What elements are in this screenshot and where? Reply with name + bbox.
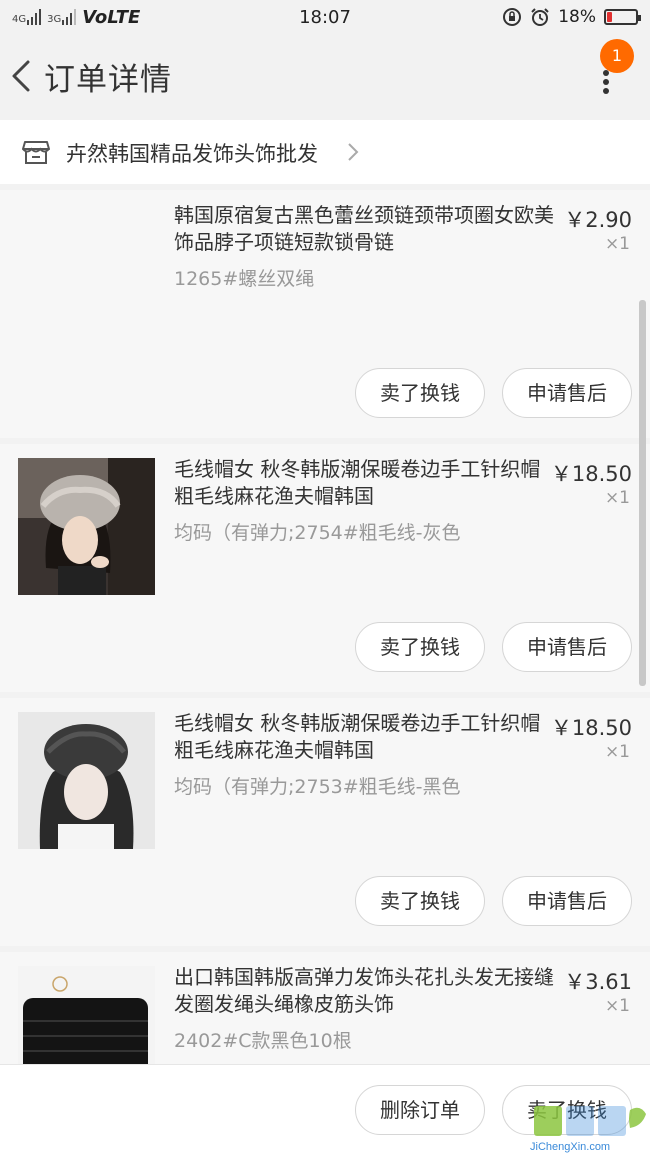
battery-percent: 18% xyxy=(558,7,596,27)
status-right: 18% xyxy=(502,7,641,27)
item-price: ￥3.61 xyxy=(564,970,632,994)
product-image[interactable] xyxy=(18,458,155,595)
item-qty: ×1 xyxy=(604,488,630,508)
order-item[interactable]: 出口韩国韩版高弹力发饰头花扎头发无接缝发圈发绳头绳橡皮筋头饰 2402#C款黑色… xyxy=(0,952,650,1064)
sell-button[interactable]: 卖了换钱 xyxy=(355,368,485,418)
item-sku: 均码（有弹力;2754#粗毛线-灰色 xyxy=(174,522,461,544)
item-title: 毛线帽女 秋冬韩版潮保暖卷边手工针织帽粗毛线麻花渔夫帽韩国 xyxy=(174,457,541,508)
sell-button[interactable]: 卖了换钱 xyxy=(355,876,485,926)
chevron-right-icon xyxy=(348,143,359,161)
item-price: ￥2.90 xyxy=(564,208,632,232)
item-price: ￥18.50 xyxy=(550,716,632,740)
sell-button[interactable]: 卖了换钱 xyxy=(355,622,485,672)
notification-badge: 1 xyxy=(600,39,634,73)
after-sales-button[interactable]: 申请售后 xyxy=(502,876,632,926)
delete-order-button[interactable]: 删除订单 xyxy=(355,1085,485,1135)
item-sku: 均码（有弹力;2753#粗毛线-黑色 xyxy=(174,776,461,798)
product-image[interactable] xyxy=(18,966,155,1064)
battery-icon xyxy=(604,9,641,25)
order-item[interactable]: 毛线帽女 秋冬韩版潮保暖卷边手工针织帽粗毛线麻花渔夫帽韩国 均码（有弹力;275… xyxy=(0,444,650,692)
item-qty: ×1 xyxy=(604,234,630,254)
item-sku: 2402#C款黑色10根 xyxy=(174,1030,352,1052)
item-title: 毛线帽女 秋冬韩版潮保暖卷边手工针织帽粗毛线麻花渔夫帽韩国 xyxy=(174,711,541,762)
order-item[interactable]: 韩国原宿复古黑色蕾丝颈链颈带项圈女欧美饰品脖子项链短款锁骨链 1265#螺丝双绳… xyxy=(0,190,650,438)
alarm-icon xyxy=(531,8,549,26)
after-sales-button[interactable]: 申请售后 xyxy=(502,368,632,418)
item-qty: ×1 xyxy=(604,742,630,762)
product-image[interactable] xyxy=(18,712,155,849)
store-icon xyxy=(22,141,50,164)
status-bar: 4G 3G VoLTE 18:07 18% xyxy=(0,0,650,34)
item-title: 韩国原宿复古黑色蕾丝颈链颈带项圈女欧美饰品脖子项链短款锁骨链 xyxy=(174,203,554,254)
page-title: 订单详情 xyxy=(44,62,172,98)
item-price: ￥18.50 xyxy=(550,462,632,486)
nav-bar: 订单详情 1 xyxy=(0,34,650,120)
shop-name: 卉然韩国精品发饰头饰批发 xyxy=(66,142,318,166)
scrollbar[interactable] xyxy=(639,300,646,686)
rotation-lock-icon xyxy=(503,8,522,26)
order-item[interactable]: 毛线帽女 秋冬韩版潮保暖卷边手工针织帽粗毛线麻花渔夫帽韩国 均码（有弹力;275… xyxy=(0,698,650,946)
watermark-text: JiChengXin.com xyxy=(530,1141,611,1153)
back-arrow-icon[interactable] xyxy=(6,56,36,96)
more-menu-icon[interactable] xyxy=(596,70,616,94)
item-title: 出口韩国韩版高弹力发饰头花扎头发无接缝发圈发绳头绳橡皮筋头饰 xyxy=(174,965,554,1016)
item-qty: ×1 xyxy=(604,996,630,1016)
battery-level xyxy=(607,12,612,22)
shop-row[interactable]: 卉然韩国精品发饰头饰批发 xyxy=(0,120,650,184)
after-sales-button[interactable]: 申请售后 xyxy=(502,622,632,672)
item-sku: 1265#螺丝双绳 xyxy=(174,268,315,290)
